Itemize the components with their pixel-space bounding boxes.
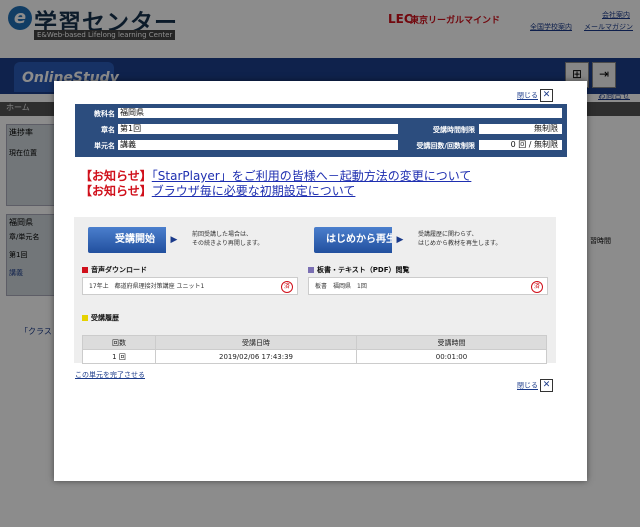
notice-1-tag: 【お知らせ】	[80, 169, 152, 183]
notice-2-link[interactable]: ブラウザ毎に必要な初期設定について	[152, 184, 356, 198]
start-lecture-label: 受講開始	[115, 234, 155, 245]
count-limit-value: 0 回 / 無制限	[479, 140, 562, 150]
audio-heading-text: 音声ダウンロード	[91, 266, 147, 274]
history-cell-duration: 00:01:00	[356, 349, 547, 364]
audio-item[interactable]: 17年上 都道府県理接対策講座 ユニット1 済	[82, 277, 298, 295]
close-x-icon[interactable]: ✕	[540, 379, 553, 392]
finish-unit-link[interactable]: この単元を完了させる	[75, 370, 145, 380]
history-table: 回数 受講日時 受講時間 1 回 2019/02/06 17:43:39 00:…	[82, 335, 547, 364]
notice-2-tag: 【お知らせ】	[80, 184, 152, 198]
lecture-info-table: 教科名 福岡県 章名 第1回 受講時間制限 無制限 単元名 講義 受講回数/回数…	[75, 104, 567, 157]
history-square-icon	[82, 315, 88, 321]
notice-2: 【お知らせ】ブラウザ毎に必要な初期設定について	[80, 184, 355, 198]
restart-button[interactable]: はじめから再生 ▶	[314, 227, 408, 253]
pdf-item-text[interactable]: 板書 福岡県 1回	[315, 283, 367, 290]
subject-value: 福岡県	[118, 108, 562, 118]
notice-1-link[interactable]: 「StarPlayer」をご利用の皆様へ－起動方法の変更について	[152, 169, 472, 183]
restart-desc: 受講履歴に関わらず、 はじめから教材を再生します。	[418, 230, 501, 248]
lecture-panel: 受講開始 ▶ 前回受講した場合は、 その続きより再開します。 はじめから再生 ▶ 受…	[74, 217, 556, 364]
time-limit-value: 無制限	[479, 124, 562, 134]
start-desc-1: 前回受講した場合は、	[192, 231, 253, 238]
time-limit-label: 受講時間制限	[433, 126, 475, 134]
history-cell-datetime: 2019/02/06 17:43:39	[155, 349, 357, 364]
count-limit-label: 受講回数/回数制限	[416, 142, 475, 150]
pdf-heading: 板書・テキスト（PDF）閲覧	[308, 265, 410, 275]
start-arrow-icon: ▶	[166, 227, 182, 253]
history-header-row: 回数 受講日時 受講時間	[82, 335, 547, 350]
history-col-duration: 受講時間	[356, 335, 547, 350]
pdf-done-badge: 済	[531, 281, 543, 293]
audio-done-badge: 済	[281, 281, 293, 293]
close-x-icon[interactable]: ✕	[540, 89, 553, 102]
audio-square-icon	[82, 267, 88, 273]
pdf-square-icon	[308, 267, 314, 273]
chapter-label: 章名	[101, 126, 115, 134]
audio-item-text[interactable]: 17年上 都道府県理接対策講座 ユニット1	[89, 283, 204, 290]
pdf-heading-text: 板書・テキスト（PDF）閲覧	[317, 266, 410, 274]
close-top[interactable]: 閉じる ✕	[517, 89, 553, 102]
start-desc: 前回受講した場合は、 その続きより再開します。	[192, 230, 263, 248]
close-text[interactable]: 閉じる	[517, 92, 538, 100]
lecture-modal: 閉じる ✕ 教科名 福岡県 章名 第1回 受講時間制限 無制限 単元名 講義 受講…	[54, 81, 587, 481]
restart-desc-2: はじめから教材を再生します。	[418, 240, 502, 247]
start-lecture-button[interactable]: 受講開始 ▶	[88, 227, 182, 253]
chapter-value: 第1回	[118, 124, 398, 134]
history-cell-count: 1 回	[82, 349, 156, 364]
history-heading: 受講履歴	[82, 313, 119, 323]
subject-label: 教科名	[94, 110, 115, 118]
start-desc-2: その続きより再開します。	[192, 240, 264, 247]
close-bottom[interactable]: 閉じる ✕	[517, 379, 553, 392]
restart-desc-1: 受講履歴に関わらず、	[418, 231, 478, 238]
unit-label: 単元名	[94, 142, 115, 150]
table-row: 1 回 2019/02/06 17:43:39 00:01:00	[82, 349, 547, 364]
history-col-count: 回数	[82, 335, 156, 350]
pdf-item[interactable]: 板書 福岡県 1回 済	[308, 277, 548, 295]
unit-value: 講義	[118, 140, 398, 150]
restart-arrow-icon: ▶	[392, 227, 408, 253]
history-col-datetime: 受講日時	[155, 335, 357, 350]
audio-heading: 音声ダウンロード	[82, 265, 147, 275]
close-text-bottom[interactable]: 閉じる	[517, 382, 538, 390]
restart-label: はじめから再生	[326, 234, 396, 245]
history-heading-text: 受講履歴	[91, 314, 119, 322]
notice-1: 【お知らせ】「StarPlayer」をご利用の皆様へ－起動方法の変更について	[80, 169, 471, 183]
